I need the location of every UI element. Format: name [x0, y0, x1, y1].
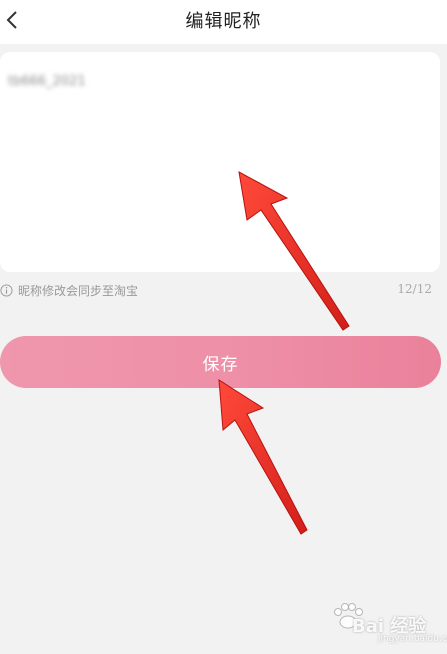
- char-counter: 12/12: [397, 282, 432, 296]
- top-bar: 编辑昵称: [0, 0, 447, 44]
- annotation-arrow-lower: [218, 379, 308, 535]
- watermark: Bai 经验 jingyan.baidu.com: [330, 598, 447, 650]
- nickname-value: tb666_2021: [8, 74, 86, 89]
- annotation-arrow-upper: [238, 171, 350, 331]
- hint-text: 昵称修改会同步至淘宝: [18, 284, 139, 298]
- info-icon: [0, 284, 13, 297]
- page-title: 编辑昵称: [185, 11, 262, 32]
- nickname-input[interactable]: tb666_2021: [0, 52, 440, 272]
- hint-row: 昵称修改会同步至淘宝 12/12: [0, 282, 440, 302]
- watermark-sub: jingyan.baidu.com: [378, 634, 447, 644]
